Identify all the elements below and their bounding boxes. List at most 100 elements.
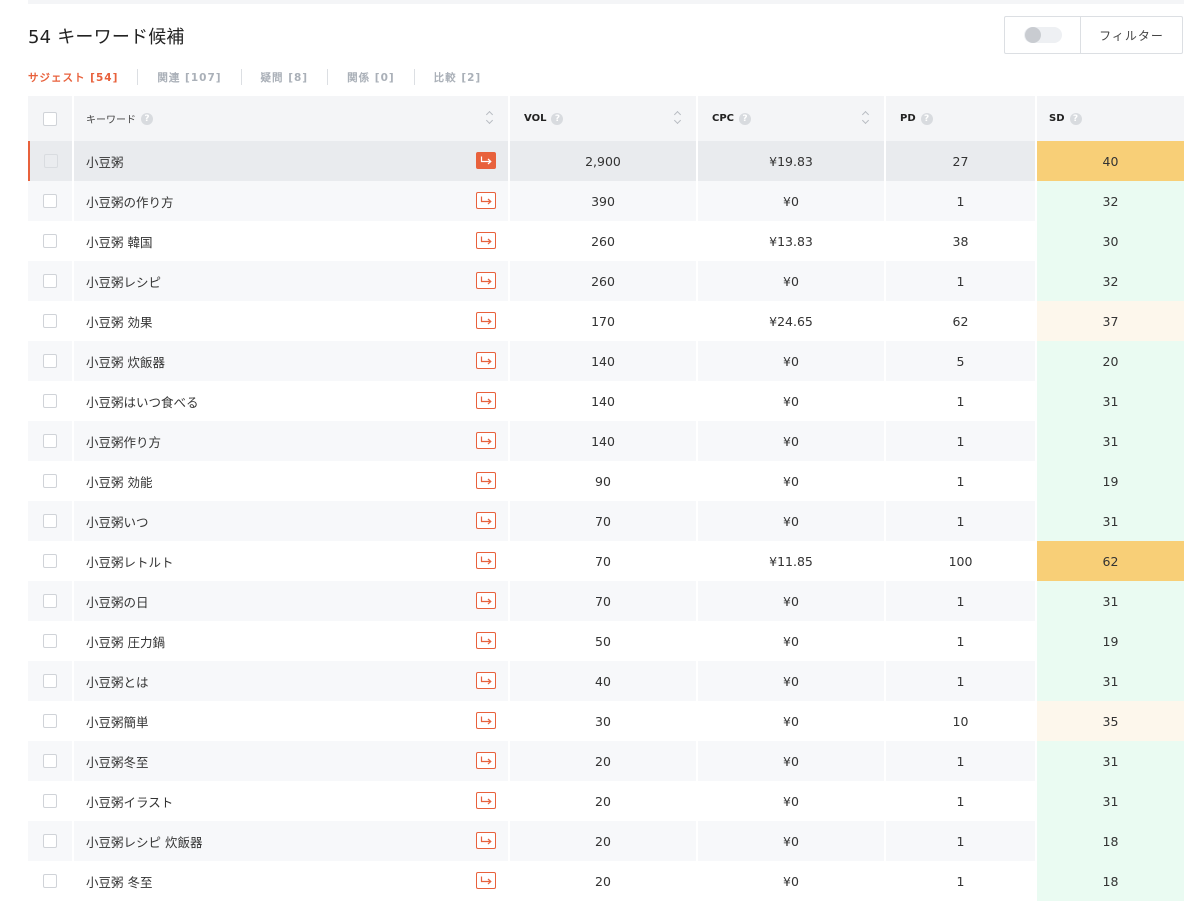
open-keyword-icon[interactable] <box>476 152 496 169</box>
tab-comparisons[interactable]: 比較 [2] <box>434 70 482 85</box>
keyword-text: 小豆粥 圧力鍋 <box>86 634 165 650</box>
keyword-cell: 小豆粥 効果 <box>74 301 510 341</box>
header-sd-label: SD <box>1049 113 1065 124</box>
row-checkbox[interactable] <box>43 834 57 848</box>
sort-icon[interactable] <box>674 110 682 126</box>
tab-relations[interactable]: 関係 [0] <box>347 70 395 85</box>
open-keyword-icon[interactable] <box>476 392 496 409</box>
vol-cell: 140 <box>510 381 698 421</box>
open-keyword-icon[interactable] <box>476 752 496 769</box>
open-keyword-icon[interactable] <box>476 432 496 449</box>
row-checkbox[interactable] <box>43 394 57 408</box>
header-vol[interactable]: VOL ? <box>510 96 698 141</box>
sd-cell: 35 <box>1037 701 1184 741</box>
pd-cell: 1 <box>886 581 1037 621</box>
open-keyword-icon[interactable] <box>476 352 496 369</box>
row-checkbox[interactable] <box>43 234 57 248</box>
open-keyword-icon[interactable] <box>476 592 496 609</box>
sd-cell: 31 <box>1037 581 1184 621</box>
sort-icon[interactable] <box>862 110 870 126</box>
keyword-text: 小豆粥はいつ食べる <box>86 394 199 410</box>
tab-questions[interactable]: 疑問 [8] <box>261 70 309 85</box>
tab-suggest[interactable]: サジェスト [54] <box>28 70 118 85</box>
table-row[interactable]: 小豆粥いつ 70 ¥0 1 31 <box>28 501 1184 541</box>
table-row[interactable]: 小豆粥 効果 170 ¥24.65 62 37 <box>28 301 1184 341</box>
cpc-cell: ¥0 <box>698 461 886 501</box>
tab-divider <box>137 69 139 85</box>
table-row[interactable]: 小豆粥はいつ食べる 140 ¥0 1 31 <box>28 381 1184 421</box>
table-row[interactable]: 小豆粥 圧力鍋 50 ¥0 1 19 <box>28 621 1184 661</box>
row-checkbox[interactable] <box>43 314 57 328</box>
table-row[interactable]: 小豆粥レシピ 炊飯器 20 ¥0 1 18 <box>28 821 1184 861</box>
cpc-cell: ¥0 <box>698 381 886 421</box>
table-row[interactable]: 小豆粥 炊飯器 140 ¥0 5 20 <box>28 341 1184 381</box>
open-keyword-icon[interactable] <box>476 632 496 649</box>
header-sd[interactable]: SD ? <box>1037 96 1184 141</box>
row-checkbox[interactable] <box>43 554 57 568</box>
tab-related[interactable]: 関連 [107] <box>157 70 221 85</box>
open-keyword-icon[interactable] <box>476 192 496 209</box>
row-checkbox[interactable] <box>43 594 57 608</box>
row-checkbox[interactable] <box>43 474 57 488</box>
table-row[interactable]: 小豆粥作り方 140 ¥0 1 31 <box>28 421 1184 461</box>
help-icon[interactable]: ? <box>141 112 153 125</box>
row-checkbox[interactable] <box>43 674 57 688</box>
open-keyword-icon[interactable] <box>476 512 496 529</box>
row-checkbox[interactable] <box>43 754 57 768</box>
keyword-text: 小豆粥レシピ 炊飯器 <box>86 834 203 850</box>
help-icon[interactable]: ? <box>551 112 564 125</box>
pd-cell: 1 <box>886 501 1037 541</box>
table-row[interactable]: 小豆粥 2,900 ¥19.83 27 40 <box>28 141 1184 181</box>
header-keyword[interactable]: キーワード ? <box>74 96 510 141</box>
row-checkbox[interactable] <box>43 794 57 808</box>
row-checkbox-cell <box>28 221 74 261</box>
help-icon[interactable]: ? <box>739 112 752 125</box>
cpc-cell: ¥0 <box>698 501 886 541</box>
sort-icon[interactable] <box>486 110 494 126</box>
open-keyword-icon[interactable] <box>476 832 496 849</box>
row-checkbox[interactable] <box>43 354 57 368</box>
table-row[interactable]: 小豆粥 韓国 260 ¥13.83 38 30 <box>28 221 1184 261</box>
open-keyword-icon[interactable] <box>476 872 496 889</box>
table-row[interactable]: 小豆粥簡単 30 ¥0 10 35 <box>28 701 1184 741</box>
filter-button[interactable]: フィルター <box>1081 17 1182 53</box>
table-row[interactable]: 小豆粥の作り方 390 ¥0 1 32 <box>28 181 1184 221</box>
row-checkbox[interactable] <box>43 714 57 728</box>
vol-cell: 50 <box>510 621 698 661</box>
header-cpc[interactable]: CPC ? <box>698 96 886 141</box>
row-checkbox[interactable] <box>43 874 57 888</box>
open-keyword-icon[interactable] <box>476 712 496 729</box>
open-keyword-icon[interactable] <box>476 232 496 249</box>
row-checkbox[interactable] <box>43 194 57 208</box>
sd-cell: 40 <box>1037 141 1184 181</box>
select-all-checkbox[interactable] <box>43 111 57 126</box>
open-keyword-icon[interactable] <box>476 472 496 489</box>
open-keyword-icon[interactable] <box>476 552 496 569</box>
table-row[interactable]: 小豆粥レトルト 70 ¥11.85 100 62 <box>28 541 1184 581</box>
view-toggle[interactable] <box>1023 27 1062 43</box>
keyword-text: 小豆粥作り方 <box>86 434 162 450</box>
table-row[interactable]: 小豆粥レシピ 260 ¥0 1 32 <box>28 261 1184 301</box>
keyword-cell: 小豆粥作り方 <box>74 421 510 461</box>
header-pd[interactable]: PD ? <box>886 96 1037 141</box>
open-keyword-icon[interactable] <box>476 672 496 689</box>
row-checkbox[interactable] <box>43 634 57 648</box>
row-checkbox[interactable] <box>43 274 57 288</box>
cpc-cell: ¥0 <box>698 621 886 661</box>
table-row[interactable]: 小豆粥 効能 90 ¥0 1 19 <box>28 461 1184 501</box>
vol-cell: 20 <box>510 781 698 821</box>
open-keyword-icon[interactable] <box>476 792 496 809</box>
open-keyword-icon[interactable] <box>476 272 496 289</box>
table-row[interactable]: 小豆粥 冬至 20 ¥0 1 18 <box>28 861 1184 901</box>
sd-cell: 30 <box>1037 221 1184 261</box>
help-icon[interactable]: ? <box>1069 112 1082 125</box>
table-row[interactable]: 小豆粥の日 70 ¥0 1 31 <box>28 581 1184 621</box>
open-keyword-icon[interactable] <box>476 312 496 329</box>
table-row[interactable]: 小豆粥イラスト 20 ¥0 1 31 <box>28 781 1184 821</box>
help-icon[interactable]: ? <box>920 112 933 125</box>
table-row[interactable]: 小豆粥とは 40 ¥0 1 31 <box>28 661 1184 701</box>
row-checkbox[interactable] <box>43 514 57 528</box>
row-checkbox[interactable] <box>43 434 57 448</box>
row-checkbox[interactable] <box>44 154 58 168</box>
table-row[interactable]: 小豆粥冬至 20 ¥0 1 31 <box>28 741 1184 781</box>
